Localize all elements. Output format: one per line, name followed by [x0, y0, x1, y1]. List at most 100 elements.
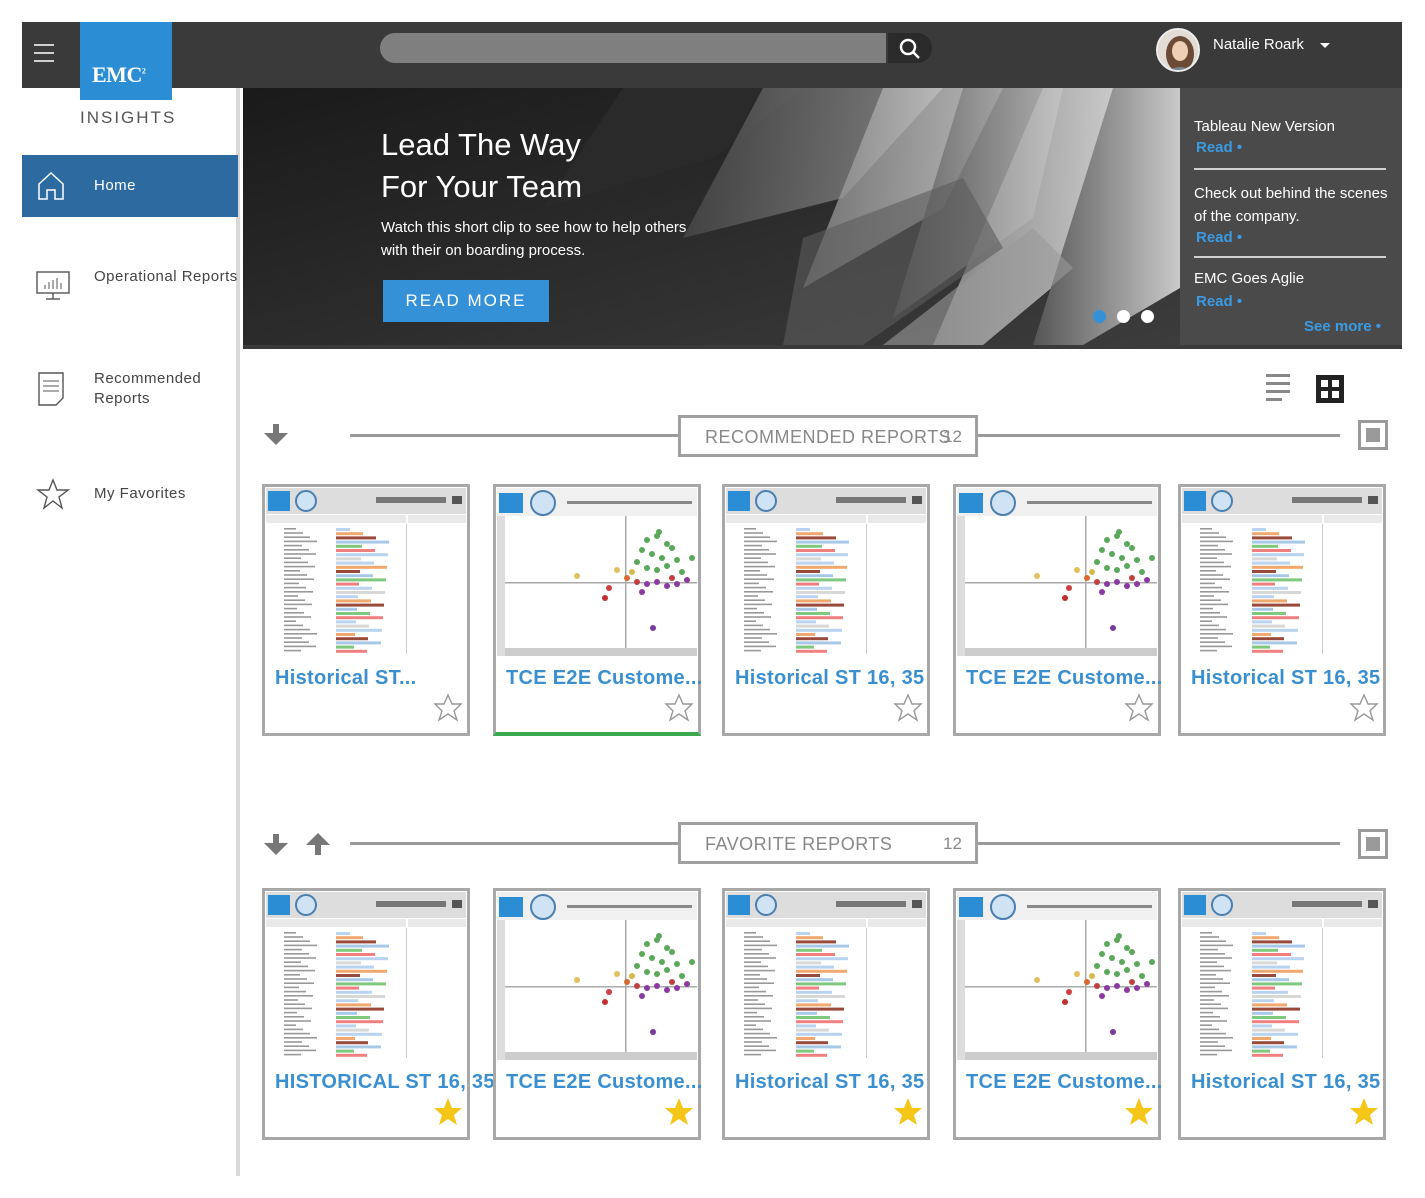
sidebar-item-label: Home: [94, 177, 137, 194]
carousel-dot[interactable]: [1117, 310, 1130, 323]
news-item-title: Check out behind the scenes of the compa…: [1194, 185, 1388, 225]
report-card[interactable]: TCE E2E Custome...: [493, 484, 703, 736]
monitor-chart-icon: [36, 271, 70, 300]
home-icon: [38, 171, 64, 200]
news-divider: [1194, 168, 1386, 170]
report-thumbnail: [497, 892, 697, 1060]
report-card[interactable]: TCE E2E Custome...: [953, 484, 1163, 736]
sidebar-item-home[interactable]: Home: [22, 155, 238, 217]
star-filled-icon[interactable]: [893, 1097, 923, 1132]
emc-logo[interactable]: EMC2: [80, 22, 172, 100]
collapse-section-icon[interactable]: [1358, 420, 1388, 450]
news-divider: [1194, 256, 1386, 258]
news-read-link[interactable]: Read •: [1196, 293, 1242, 310]
user-name[interactable]: Natalie Roark: [1213, 36, 1304, 53]
report-thumbnail: [1182, 488, 1382, 656]
section-divider: [350, 842, 678, 845]
section-divider: [978, 434, 1340, 437]
report-thumbnail: [266, 892, 466, 1060]
sidebar-item-label: Recommended Reports: [94, 370, 202, 407]
star-outline-icon[interactable]: [893, 693, 923, 728]
star-filled-icon[interactable]: [433, 1097, 463, 1132]
search-icon: [899, 38, 920, 59]
carousel-dot[interactable]: [1141, 310, 1154, 323]
star-outline-icon: [36, 478, 70, 510]
report-card-title[interactable]: Historical ST...: [275, 667, 417, 690]
sidebar-item-recommended-reports[interactable]: Recommended Reports: [22, 358, 238, 420]
sidebar-item-operational-reports[interactable]: Operational Reports: [22, 256, 238, 318]
report-card[interactable]: TCE E2E Custome...: [493, 888, 703, 1140]
star-outline-icon[interactable]: [1124, 693, 1154, 728]
logo-sup: 2: [141, 66, 146, 76]
star-outline-icon[interactable]: [664, 693, 694, 728]
news-read-link[interactable]: Read •: [1196, 139, 1242, 156]
report-thumbnail: [266, 488, 466, 656]
hero-title-line-2: For Your Team: [381, 169, 583, 204]
news-item-title: EMC Goes Aglie: [1194, 270, 1305, 287]
top-bar: Natalie Roark: [22, 22, 1402, 88]
star-filled-icon[interactable]: [1349, 1097, 1379, 1132]
report-thumbnail: [726, 892, 926, 1060]
document-icon: [38, 372, 64, 406]
carousel-dot[interactable]: [1093, 310, 1106, 323]
see-more-link[interactable]: See more •: [1304, 318, 1381, 335]
report-card-title[interactable]: TCE E2E Custome...: [506, 667, 703, 690]
report-card-title[interactable]: Historical ST 16, 35: [735, 1071, 924, 1094]
report-thumbnail: [957, 488, 1157, 656]
section-title: FAVORITE REPORTS: [705, 834, 893, 854]
star-filled-icon[interactable]: [1124, 1097, 1154, 1132]
sidebar-item-my-favorites[interactable]: My Favorites: [22, 470, 238, 532]
section-title: RECOMMENDED REPORTS: [705, 427, 952, 447]
chevron-down-icon[interactable]: [1320, 43, 1330, 48]
hero-banner: Lead The Way For Your Team Watch this sho…: [243, 88, 1402, 349]
read-more-button[interactable]: READ MORE: [383, 280, 549, 322]
news-read-link[interactable]: Read •: [1196, 229, 1242, 246]
hamburger-menu-icon[interactable]: [34, 44, 54, 62]
collapse-section-icon[interactable]: [1358, 829, 1388, 859]
arrow-down-icon[interactable]: [264, 424, 288, 446]
report-thumbnail: [726, 488, 926, 656]
star-outline-icon[interactable]: [433, 693, 463, 728]
hero-title-line-1: Lead The Way: [381, 127, 581, 162]
report-card[interactable]: Historical ST 16, 35: [1178, 888, 1386, 1140]
search-input[interactable]: [380, 33, 886, 63]
app-name: INSIGHTS: [80, 108, 177, 127]
star-outline-icon[interactable]: [1349, 693, 1379, 728]
report-card[interactable]: Historical ST 16, 35: [1178, 484, 1386, 736]
report-card[interactable]: Historical ST 16, 35: [722, 484, 930, 736]
report-card[interactable]: Historical ST 16, 35: [722, 888, 930, 1140]
sidebar-item-label: Operational Reports: [94, 268, 238, 285]
app-frame: Natalie Roark EMC2 INSIGHTS Home Operati…: [22, 22, 1402, 1176]
avatar[interactable]: [1156, 28, 1200, 72]
sidebar: INSIGHTS Home Operational Reports Recomm…: [22, 88, 240, 1176]
sidebar-item-label: My Favorites: [94, 485, 186, 502]
news-item-title: Tableau New Version: [1194, 118, 1335, 135]
hero-title: Lead The Way For Your Team: [381, 124, 701, 208]
section-divider: [350, 434, 678, 437]
arrow-up-icon[interactable]: [306, 833, 330, 855]
section-header-recommended: RECOMMENDED REPORTS 12: [678, 415, 978, 457]
report-card[interactable]: HISTORICAL ST 16, 35: [262, 888, 494, 1140]
arrow-down-icon[interactable]: [264, 834, 288, 856]
report-card-title[interactable]: Historical ST 16, 35: [735, 667, 924, 690]
report-card-title[interactable]: TCE E2E Custome...: [966, 1071, 1163, 1094]
grid-view-icon[interactable]: [1316, 375, 1344, 403]
logo-text: EMC: [92, 62, 142, 87]
news-panel: Tableau New Version Read • Check out beh…: [1180, 88, 1402, 345]
report-card[interactable]: TCE E2E Custome...: [953, 888, 1163, 1140]
star-filled-icon[interactable]: [664, 1097, 694, 1132]
report-card[interactable]: Historical ST...: [262, 484, 470, 736]
search-button[interactable]: [888, 33, 932, 63]
report-card-title[interactable]: TCE E2E Custome...: [966, 667, 1163, 690]
section-divider: [978, 842, 1340, 845]
section-count: 12: [943, 427, 962, 446]
report-card-title[interactable]: Historical ST 16, 35: [1191, 1071, 1380, 1094]
hero-description: Watch this short clip to see how to help…: [381, 219, 687, 259]
report-thumbnail: [497, 488, 697, 656]
report-card-title[interactable]: TCE E2E Custome...: [506, 1071, 703, 1094]
section-header-favorites: FAVORITE REPORTS 12: [678, 822, 978, 864]
report-card-title[interactable]: HISTORICAL ST 16, 35: [275, 1071, 495, 1094]
list-view-icon[interactable]: [1266, 374, 1290, 402]
report-card-title[interactable]: Historical ST 16, 35: [1191, 667, 1380, 690]
section-count: 12: [943, 834, 962, 853]
